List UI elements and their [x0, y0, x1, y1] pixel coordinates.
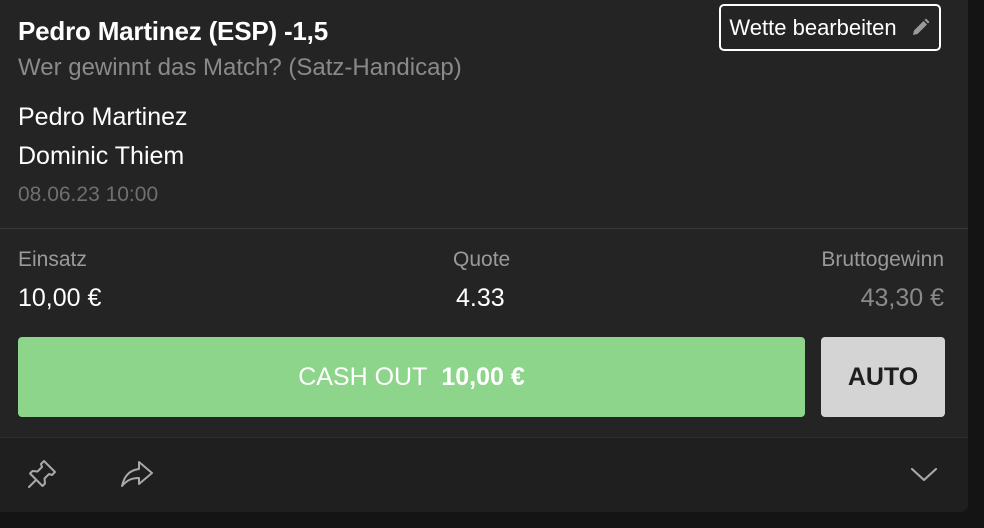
bet-title: Pedro Martinez (ESP) -1,5 — [18, 16, 328, 46]
chevron-down-icon[interactable] — [906, 456, 942, 492]
market-name: Wer gewinnt das Match? (Satz-Handicap) — [18, 54, 462, 81]
edit-bet-label: Wette bearbeiten — [729, 14, 897, 40]
payout-value: 43,30 € — [860, 284, 944, 312]
player-away: Dominic Thiem — [18, 142, 185, 170]
odds-value: 4.33 — [456, 284, 505, 312]
bet-card: Pedro Martinez (ESP) -1,5 Wer gewinnt da… — [0, 0, 968, 512]
bet-footer — [0, 437, 968, 512]
cash-out-button[interactable]: CASH OUT 10,00 € — [18, 337, 805, 417]
pin-icon[interactable] — [24, 456, 60, 492]
edit-bet-button[interactable]: Wette bearbeiten — [719, 4, 941, 51]
auto-cash-out-button[interactable]: AUTO — [821, 337, 945, 417]
pencil-icon — [909, 17, 931, 39]
cash-out-label: CASH OUT — [298, 362, 428, 391]
share-icon[interactable] — [119, 456, 155, 492]
stake-value: 10,00 € — [18, 284, 102, 312]
odds-label: Quote — [453, 248, 511, 271]
player-home: Pedro Martinez — [18, 103, 188, 131]
cash-out-amount: 10,00 € — [441, 362, 525, 391]
divider — [0, 228, 968, 229]
event-date: 08.06.23 10:00 — [18, 183, 159, 206]
stake-label: Einsatz — [18, 248, 87, 271]
payout-label: Bruttogewinn — [821, 248, 944, 271]
